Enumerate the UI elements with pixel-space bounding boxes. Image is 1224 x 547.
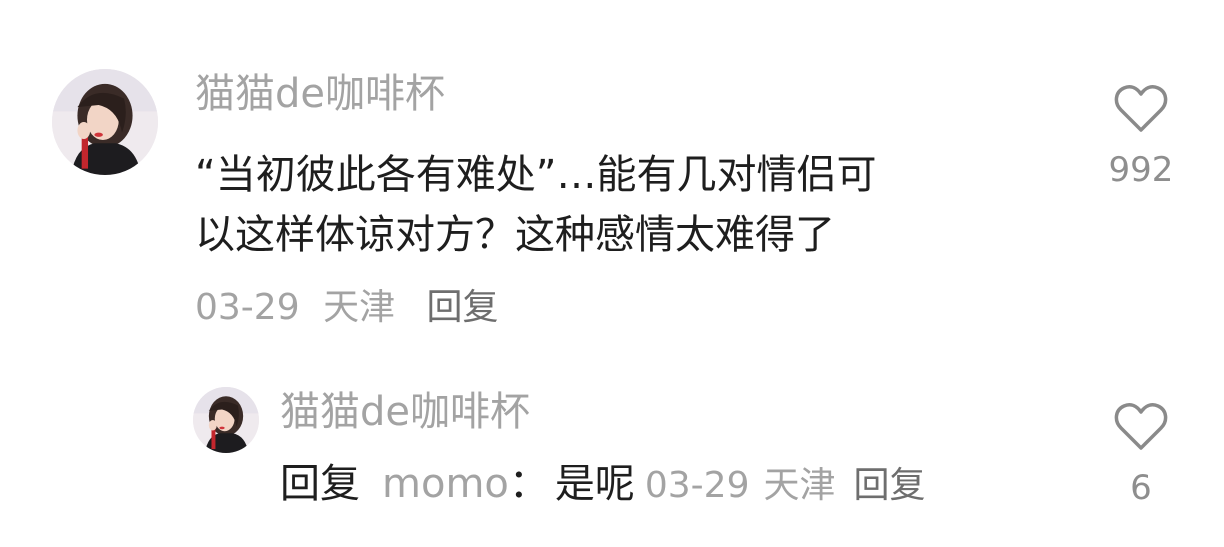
comment-meta: 03-29 天津 回复 [195, 286, 499, 330]
commenter-username[interactable]: 猫猫de咖啡杯 [195, 70, 445, 118]
reply-avatar[interactable] [193, 387, 259, 453]
commenter-avatar[interactable] [52, 69, 158, 175]
comment-like-count: 992 [1108, 150, 1174, 190]
reply-prefix: 回复 [280, 461, 360, 507]
reply-username[interactable]: 猫猫de咖啡杯 [280, 388, 530, 436]
comment-reply-button[interactable]: 回复 [427, 286, 499, 330]
reply-date: 03-29 [644, 465, 750, 506]
reply-text-line: 回复 momo： 是呢 03-29 天津 回复 [280, 458, 926, 512]
reply-like-button[interactable]: 6 [1106, 402, 1176, 508]
comment-text-line-2: 以这样体谅对方？这种感情太难得了 [195, 212, 835, 258]
heart-outline-icon [1114, 403, 1168, 450]
reply-target-user[interactable]: momo [382, 458, 509, 510]
comment-date: 03-29 [195, 287, 300, 328]
comment-thread: 猫猫de咖啡杯 “当初彼此各有难处”…能有几对情侣可 以这样体谅对方？这种感情太… [0, 0, 1224, 547]
reply-location: 天津 [763, 465, 836, 506]
reply-like-count: 6 [1130, 468, 1152, 508]
comment-location: 天津 [323, 287, 396, 328]
heart-outline-icon [1114, 85, 1168, 132]
avatar-portrait-icon [193, 387, 259, 453]
comment-like-button[interactable]: 992 [1106, 84, 1176, 190]
avatar-portrait-icon [52, 69, 158, 175]
comment-text-line-1: “当初彼此各有难处”…能有几对情侣可 [195, 152, 877, 198]
reply-colon: ： [508, 461, 549, 507]
reply-reply-button[interactable]: 回复 [854, 460, 926, 512]
reply-text: 是呢 [554, 461, 635, 507]
